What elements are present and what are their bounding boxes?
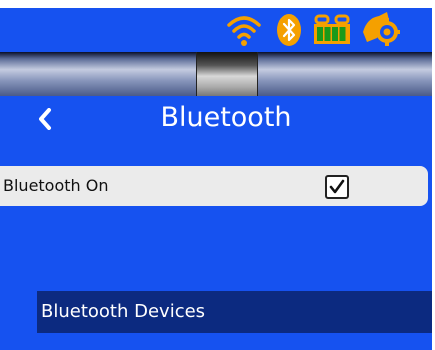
bluetooth-devices-section[interactable]: Bluetooth Devices (37, 291, 432, 333)
scroll-thumb[interactable] (196, 52, 258, 96)
battery-icon (311, 8, 353, 52)
bluetooth-on-label: Bluetooth On (3, 176, 109, 195)
back-button[interactable] (34, 102, 56, 136)
bluetooth-on-row[interactable]: Bluetooth On (0, 166, 428, 206)
chevron-left-icon (39, 108, 51, 130)
top-edge (0, 0, 432, 8)
page-title: Bluetooth (160, 102, 292, 133)
page-header: Bluetooth (0, 96, 432, 142)
status-bar (0, 8, 432, 52)
scroll-track[interactable] (0, 52, 432, 96)
bluetooth-devices-label: Bluetooth Devices (41, 301, 206, 322)
device-screen: Bluetooth Bluetooth On Bluetooth Devices (0, 0, 432, 350)
wifi-icon (224, 8, 264, 52)
bluetooth-on-checkbox[interactable] (325, 175, 349, 199)
bluetooth-icon (274, 8, 304, 52)
checkmark-icon (329, 179, 345, 194)
settings-icon[interactable] (358, 8, 402, 52)
